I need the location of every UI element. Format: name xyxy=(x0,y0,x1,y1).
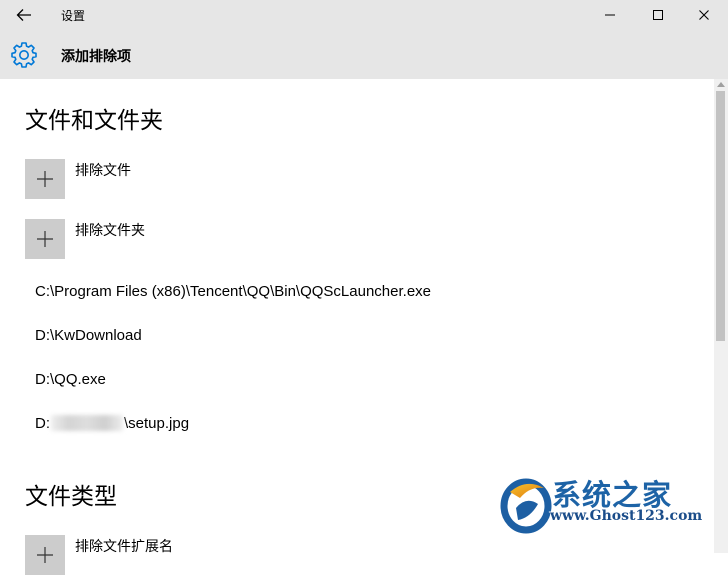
plus-box xyxy=(25,535,65,575)
page-title: 添加排除项 xyxy=(61,49,131,65)
plus-icon xyxy=(37,231,53,247)
gear-icon xyxy=(11,42,37,68)
exclusion-item[interactable]: D:\QQ.exe xyxy=(35,371,106,388)
path-prefix: D: xyxy=(35,415,50,432)
back-button[interactable] xyxy=(10,4,38,26)
section-title-files-folders: 文件和文件夹 xyxy=(25,108,163,134)
plus-icon xyxy=(37,171,53,187)
scroll-up-icon[interactable] xyxy=(717,82,725,87)
exclude-extension-label: 排除文件扩展名 xyxy=(75,539,173,555)
plus-icon xyxy=(37,547,53,563)
scrollbar-thumb[interactable] xyxy=(716,91,725,341)
title-bar: 设置 xyxy=(0,0,728,31)
blurred-region xyxy=(51,415,123,431)
exclude-file-label: 排除文件 xyxy=(75,163,131,179)
path-suffix: \setup.jpg xyxy=(124,415,190,432)
exclude-folder-label: 排除文件夹 xyxy=(75,223,145,239)
maximize-icon xyxy=(653,10,663,20)
back-arrow-icon xyxy=(16,9,31,21)
minimize-icon xyxy=(605,14,615,16)
exclusion-item[interactable]: D:\KwDownload xyxy=(35,327,142,344)
minimize-button[interactable] xyxy=(590,2,630,28)
watermark-url: www.Ghost123.com xyxy=(550,508,703,524)
page-header: 添加排除项 xyxy=(0,31,728,79)
plus-box xyxy=(25,219,65,259)
maximize-button[interactable] xyxy=(638,2,678,28)
close-button[interactable] xyxy=(684,2,724,28)
watermark: 系统之家 www.Ghost123.com xyxy=(498,468,720,550)
close-icon xyxy=(699,10,709,20)
exclusion-item[interactable]: D: \setup.jpg xyxy=(35,415,189,432)
exclusion-item[interactable]: C:\Program Files (x86)\Tencent\QQ\Bin\QQ… xyxy=(35,283,431,300)
plus-box xyxy=(25,159,65,199)
window-title: 设置 xyxy=(61,9,86,23)
watermark-logo-icon xyxy=(500,478,552,534)
section-title-file-types: 文件类型 xyxy=(25,484,117,510)
